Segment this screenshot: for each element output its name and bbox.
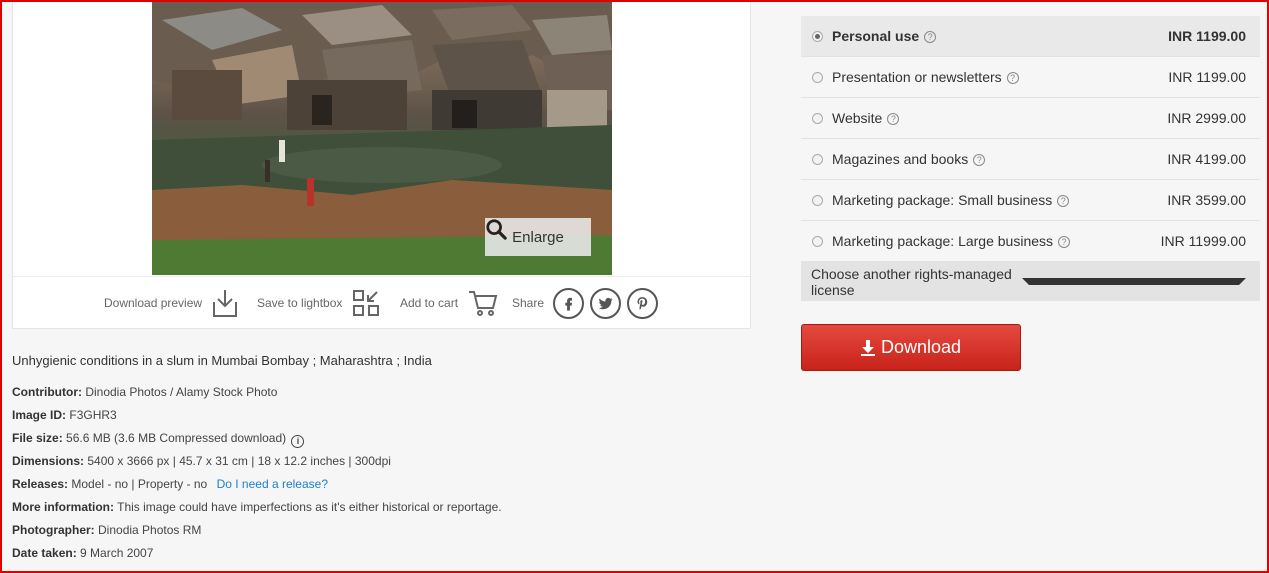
add-to-cart-action[interactable]: Add to cart [400,277,498,329]
license-option-personal-use[interactable]: Personal use? INR 1199.00 [801,16,1260,57]
license-name: Magazines and books [832,151,969,167]
lightbox-grid-icon [353,290,380,316]
license-option-website[interactable]: Website? INR 2999.00 [801,98,1260,139]
more-info-value: This image could have imperfections as i… [117,500,502,514]
choose-other-label: Choose another rights-managed license [811,265,1012,298]
magnifier-icon [486,219,507,240]
date-taken-label: Date taken: [12,546,77,560]
help-icon[interactable]: ? [924,31,937,43]
share-label-wrap: Share [512,277,544,329]
cart-icon [469,291,498,316]
image-card: Enlarge Download preview Save to lightbo… [12,0,751,329]
license-price: INR 3599.00 [1167,192,1246,208]
twitter-icon [598,297,613,310]
chevron-down-icon [1021,278,1246,285]
photographer-row: Photographer: Dinodia Photos RM [12,523,502,546]
license-name: Marketing package: Large business [832,233,1054,249]
contributor-row: Contributor: Dinodia Photos / Alamy Stoc… [12,385,502,408]
license-price: INR 2999.00 [1167,110,1246,126]
help-icon[interactable]: ? [1057,195,1070,207]
facebook-icon [565,297,573,311]
date-taken-value: 9 March 2007 [80,546,154,560]
releases-value: Model - no | Property - no [71,477,208,491]
release-help-link[interactable]: Do I need a release? [217,477,328,491]
radio-unselected[interactable] [812,112,823,124]
license-price: INR 4199.00 [1167,151,1246,167]
license-price: INR 1199.00 [1168,69,1246,85]
license-name-wrap: Marketing package: Small business? [832,192,1167,208]
more-info-row: More information: This image could have … [12,500,502,523]
license-options: Personal use? INR 1199.00 Presentation o… [801,16,1260,301]
help-icon[interactable]: ? [1058,236,1071,248]
help-icon[interactable]: ? [887,113,900,125]
radio-unselected[interactable] [812,235,823,247]
choose-other-license-dropdown[interactable]: Choose another rights-managed license [801,262,1260,301]
download-preview-label: Download preview [104,296,203,310]
license-name-wrap: Magazines and books? [832,151,1167,167]
releases-row: Releases: Model - no | Property - no Do … [12,477,502,500]
radio-selected[interactable] [812,30,823,42]
download-tray-icon [213,290,238,317]
download-arrow-icon [860,339,875,356]
facebook-share-button[interactable] [553,288,584,319]
dimensions-label: Dimensions: [12,454,85,468]
image-caption: Unhygienic conditions in a slum in Mumba… [12,353,432,368]
help-icon[interactable]: ? [973,154,986,166]
photographer-label: Photographer: [12,523,95,537]
file-size-value: 56.6 MB (3.6 MB Compressed download) [66,431,287,445]
license-name-wrap: Personal use? [832,28,1168,44]
radio-unselected[interactable] [812,153,823,165]
twitter-share-button[interactable] [590,288,621,319]
enlarge-button[interactable]: Enlarge [485,218,591,256]
pinterest-share-button[interactable] [627,288,658,319]
radio-unselected[interactable] [812,194,823,206]
add-to-cart-label: Add to cart [400,296,459,310]
license-name: Presentation or newsletters [832,69,1002,85]
stock-photo[interactable]: Enlarge [152,0,612,275]
contributor-label: Contributor: [12,385,82,399]
license-name-wrap: Presentation or newsletters? [832,69,1168,85]
image-id-label: Image ID: [12,408,67,422]
license-name: Website [832,110,883,126]
license-price: INR 11999.00 [1160,233,1246,249]
license-option-presentation[interactable]: Presentation or newsletters? INR 1199.00 [801,57,1260,98]
license-price: INR 1199.00 [1168,28,1246,44]
image-action-bar: Download preview Save to lightbox Add to… [13,276,750,328]
help-icon[interactable]: ? [1006,72,1019,84]
pinterest-icon [637,297,648,310]
license-option-marketing-large[interactable]: Marketing package: Large business? INR 1… [801,221,1260,262]
license-option-magazines[interactable]: Magazines and books? INR 4199.00 [801,139,1260,180]
license-name-wrap: Website? [832,110,1167,126]
image-id-value: F3GHR3 [69,408,117,422]
download-label: Download [880,337,962,357]
contributor-value: Dinodia Photos / Alamy Stock Photo [85,385,278,399]
photographer-value: Dinodia Photos RM [98,523,202,537]
download-preview-action[interactable]: Download preview [104,277,238,329]
save-to-lightbox-label: Save to lightbox [257,296,343,310]
download-button[interactable]: Download [801,324,1021,371]
image-metadata: Contributor: Dinodia Photos / Alamy Stoc… [12,385,502,569]
license-name-wrap: Marketing package: Large business? [832,233,1161,249]
info-icon[interactable]: i [291,435,305,448]
file-size-label: File size: [12,431,63,445]
dimensions-value: 5400 x 3666 px | 45.7 x 31 cm | 18 x 12.… [87,454,391,468]
license-option-marketing-small[interactable]: Marketing package: Small business? INR 3… [801,180,1260,221]
releases-label: Releases: [12,477,69,491]
radio-unselected[interactable] [812,71,823,83]
dimensions-row: Dimensions: 5400 x 3666 px | 45.7 x 31 c… [12,454,502,477]
date-taken-row: Date taken: 9 March 2007 [12,546,502,569]
enlarge-label: Enlarge [512,228,564,246]
more-info-label: More information: [12,500,114,514]
license-name: Marketing package: Small business [832,192,1053,208]
save-to-lightbox-action[interactable]: Save to lightbox [257,277,380,329]
file-size-row: File size: 56.6 MB (3.6 MB Compressed do… [12,431,502,454]
share-label: Share [512,296,545,310]
image-id-row: Image ID: F3GHR3 [12,408,502,431]
license-name: Personal use [832,28,920,44]
